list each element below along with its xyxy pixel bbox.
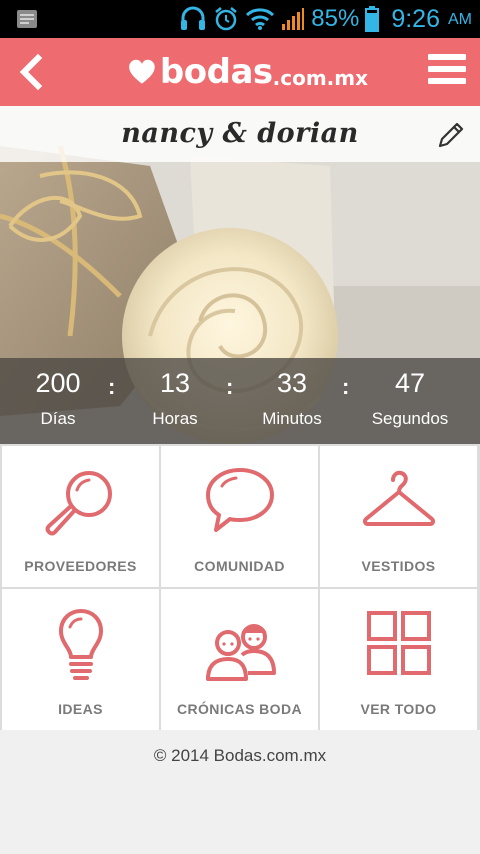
menu-grid: PROVEEDORES COMUNIDAD VESTIDOS IDEAS CRÓ… (0, 444, 480, 730)
tile-proveedores[interactable]: PROVEEDORES (2, 446, 159, 587)
days-value: 200 (35, 368, 81, 398)
clock-time: 9:26 (391, 4, 440, 33)
couple-name: nancy & dorian (121, 118, 359, 149)
countdown-separator: : (226, 374, 234, 399)
heart-logo-icon (129, 59, 155, 84)
app-header: bodas .com.mx (0, 38, 480, 106)
lightbulb-icon (58, 609, 103, 680)
days-label: Días (40, 409, 76, 428)
battery-percent: 85% (311, 5, 360, 32)
hours-value: 13 (159, 368, 191, 398)
headset-icon (181, 6, 206, 30)
tile-label: VER TODO (360, 701, 437, 717)
tile-cronicas-boda[interactable]: CRÓNICAS BODA (161, 589, 318, 730)
hamburger-menu-icon[interactable] (428, 54, 466, 88)
hanger-icon (362, 470, 435, 526)
tile-label: CRÓNICAS BODA (177, 701, 302, 717)
copyright-footer: © 2014 Bodas.com.mx (153, 746, 327, 765)
minutes-label: Minutos (262, 409, 322, 428)
seconds-label: Segundos (371, 409, 449, 428)
logo-text: bodas (159, 52, 273, 92)
speech-bubble-icon (205, 468, 274, 532)
countdown-separator: : (342, 374, 350, 399)
tile-label: IDEAS (58, 701, 103, 717)
countdown-minutes: 33 Minutos (252, 368, 332, 429)
countdown-hours: 13 Horas (135, 368, 215, 429)
notification-icon (17, 10, 37, 28)
bodas-logo[interactable]: bodas .com.mx (128, 44, 368, 100)
back-button[interactable] (14, 52, 50, 92)
tile-ideas[interactable]: IDEAS (2, 589, 159, 730)
countdown-separator: : (108, 374, 116, 399)
pencil-icon[interactable] (436, 120, 466, 150)
hero-banner: nancy & dorian 200 Días : 13 Horas : 33 … (0, 106, 480, 444)
tile-vestidos[interactable]: VESTIDOS (320, 446, 477, 587)
alarm-icon (215, 7, 238, 31)
chevron-left-icon (19, 53, 43, 91)
couple-icon (205, 624, 276, 681)
status-bar: 85% 9:26 AM (0, 0, 480, 38)
tile-label: COMUNIDAD (194, 558, 285, 574)
tile-label: VESTIDOS (361, 558, 436, 574)
clock-ampm: AM (448, 11, 472, 28)
tile-label: PROVEEDORES (24, 558, 137, 574)
tile-ver-todo[interactable]: VER TODO (320, 589, 477, 730)
logo-tld: .com.mx (272, 66, 368, 90)
magnifier-icon (45, 471, 112, 536)
countdown-days: 200 Días (18, 368, 98, 429)
signal-icon (282, 8, 305, 30)
minutes-value: 33 (276, 368, 308, 398)
battery-icon (365, 6, 380, 32)
countdown-seconds: 47 Segundos (364, 368, 456, 429)
grid-icon (366, 611, 431, 675)
tile-comunidad[interactable]: COMUNIDAD (161, 446, 318, 587)
seconds-value: 47 (394, 368, 426, 398)
hours-label: Horas (152, 409, 198, 428)
wifi-icon (246, 8, 275, 30)
wedding-countdown: 200 Días : 13 Horas : 33 Minutos : 47 Se… (0, 358, 480, 444)
